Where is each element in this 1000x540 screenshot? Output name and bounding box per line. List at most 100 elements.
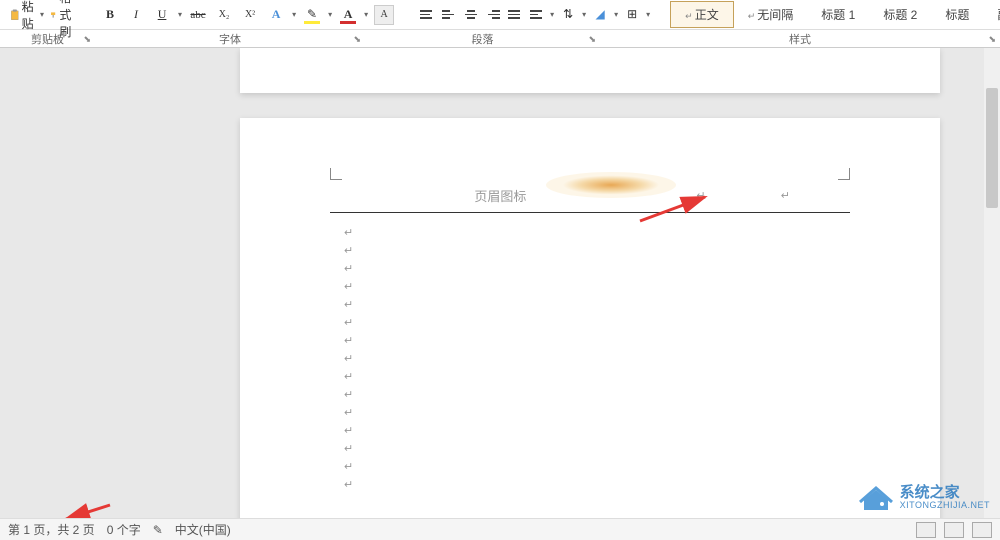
text-effects-button[interactable]: A [266, 5, 286, 25]
align-center-button[interactable] [462, 6, 480, 24]
status-bar: 第 1 页，共 2 页 0 个字 ✎ 中文(中国) [0, 518, 1000, 540]
style-title[interactable]: 标题 [931, 2, 983, 27]
empty-paragraph[interactable]: ↵ [340, 403, 840, 421]
margin-corner-tr-icon [838, 168, 850, 180]
empty-paragraph[interactable]: ↵ [340, 223, 840, 241]
superscript-button[interactable]: X² [240, 5, 260, 25]
font-group: B I U ▾ abc X₂ X² A ▾ ✎ ▾ A ▾ A [92, 5, 402, 25]
paragraph-mark-icon: ↵ [344, 460, 353, 473]
ribbon-group-labels: 剪贴板⬊ 字体⬊ 段落⬊ 样式⬊ [0, 30, 1000, 48]
page-2[interactable]: 页眉图标 ↵ ↵ ↵ ↵ ↵ ↵ ↵ ↵ ↵ ↵ ↵ ↵ ↵ ↵ ↵ ↵ ↵ [240, 118, 940, 518]
document-canvas[interactable]: 页眉图标 ↵ ↵ ↵ ↵ ↵ ↵ ↵ ↵ ↵ ↵ ↵ ↵ ↵ ↵ ↵ ↵ ↵ [0, 48, 1000, 518]
empty-paragraph[interactable]: ↵ [340, 241, 840, 259]
style-normal[interactable]: ↵正文 [670, 1, 734, 28]
paragraph-mark-icon: ↵ [781, 189, 790, 202]
vertical-scrollbar[interactable] [984, 48, 1000, 518]
chevron-down-icon[interactable]: ▾ [646, 10, 650, 19]
scroll-thumb[interactable] [986, 88, 998, 208]
char-shading-button[interactable]: A [374, 5, 394, 25]
watermark-url: XITONGZHIJIA.NET [900, 501, 990, 511]
paragraph-mark-icon: ↵ [344, 478, 353, 491]
watermark: 系统之家 XITONGZHIJIA.NET [858, 484, 990, 512]
paragraph-mark-icon: ↵ [344, 406, 353, 419]
margin-corner-tl-icon [330, 168, 342, 180]
chevron-down-icon[interactable]: ▾ [292, 10, 296, 19]
empty-paragraph[interactable]: ↵ [340, 367, 840, 385]
align-right-button[interactable] [484, 6, 502, 24]
empty-paragraph[interactable]: ↵ [340, 457, 840, 475]
paragraph-label: 段落⬊ [365, 30, 600, 47]
chevron-down-icon[interactable]: ▾ [178, 10, 182, 19]
underline-button[interactable]: U [152, 5, 172, 25]
empty-paragraph[interactable]: ↵ [340, 421, 840, 439]
page-1-bottom[interactable] [240, 48, 940, 93]
font-color-button[interactable]: A [338, 5, 358, 25]
dropdown-arrow-icon: ▾ [40, 10, 44, 19]
style-subtitle[interactable]: 副标题 [983, 2, 1000, 27]
style-heading2[interactable]: 标题 2 [869, 2, 931, 27]
paragraph-mark-icon: ↵ [344, 334, 353, 347]
empty-paragraph[interactable]: ↵ [340, 295, 840, 313]
empty-paragraph[interactable]: ↵ [340, 349, 840, 367]
launcher-icon[interactable]: ⬊ [588, 34, 596, 45]
font-label: 字体⬊ [95, 30, 365, 47]
paragraph-mark-icon: ↵ [344, 280, 353, 293]
paste-button[interactable]: 粘贴 ▾ [10, 0, 44, 32]
read-view-button[interactable] [916, 522, 936, 538]
print-view-button[interactable] [944, 522, 964, 538]
empty-paragraph[interactable]: ↵ [340, 313, 840, 331]
paragraph-mark-icon: ↵ [344, 226, 353, 239]
clipboard-label: 剪贴板⬊ [0, 30, 95, 47]
shading-button[interactable]: ◢ [590, 5, 610, 25]
word-count[interactable]: 0 个字 [107, 521, 141, 538]
chevron-down-icon[interactable]: ▾ [364, 10, 368, 19]
styles-group: ↵正文 ↵无间隔 标题 1 标题 2 标题 副标题 不 [666, 1, 1000, 28]
language-indicator[interactable]: 中文(中国) [175, 521, 231, 538]
italic-button[interactable]: I [126, 5, 146, 25]
styles-label: 样式⬊ [600, 30, 1000, 47]
paragraph-mark-icon: ↵ [344, 388, 353, 401]
paragraph-group: ▾ ⇅ ▾ ◢ ▾ ⊞ ▾ [410, 5, 658, 25]
strikethrough-button[interactable]: abc [188, 5, 208, 25]
align-left-button[interactable] [440, 6, 458, 24]
empty-paragraph[interactable]: ↵ [340, 331, 840, 349]
subscript-button[interactable]: X₂ [214, 5, 234, 25]
paragraph-mark-icon: ↵ [344, 424, 353, 437]
style-no-spacing[interactable]: ↵无间隔 [734, 2, 808, 27]
view-controls [916, 522, 992, 538]
borders-button[interactable]: ⊞ [622, 5, 642, 25]
launcher-icon[interactable]: ⬊ [353, 34, 361, 45]
empty-paragraph[interactable]: ↵ [340, 385, 840, 403]
paragraph-mark-icon: ↵ [344, 316, 353, 329]
header-placeholder-text[interactable]: 页眉图标 [474, 186, 526, 205]
style-heading1[interactable]: 标题 1 [807, 2, 869, 27]
launcher-icon[interactable]: ⬊ [83, 34, 91, 45]
paragraph-mark-icon: ↵ [344, 442, 353, 455]
highlight-button[interactable]: ✎ [302, 5, 322, 25]
chevron-down-icon[interactable]: ▾ [328, 10, 332, 19]
chevron-down-icon[interactable]: ▾ [614, 10, 618, 19]
line-spacing-button[interactable]: ⇅ [558, 5, 578, 25]
bullets-button[interactable] [418, 6, 436, 24]
paragraph-mark-icon: ↵ [344, 298, 353, 311]
page-indicator[interactable]: 第 1 页，共 2 页 [8, 521, 95, 538]
watermark-title: 系统之家 [900, 485, 990, 502]
empty-paragraph[interactable]: ↵ [340, 475, 840, 493]
empty-paragraph[interactable]: ↵ [340, 277, 840, 295]
page-header-area[interactable]: 页眉图标 ↵ ↵ [240, 118, 940, 213]
paste-label: 粘贴 [22, 0, 38, 32]
header-content-row: 页眉图标 ↵ ↵ [330, 182, 850, 213]
bold-button[interactable]: B [100, 5, 120, 25]
justify-button[interactable] [506, 6, 524, 24]
proofing-icon[interactable]: ✎ [153, 523, 163, 537]
annotation-arrow [60, 503, 120, 518]
paragraph-mark-icon: ↵ [344, 262, 353, 275]
document-body[interactable]: ↵ ↵ ↵ ↵ ↵ ↵ ↵ ↵ ↵ ↵ ↵ ↵ ↵ ↵ ↵ [240, 213, 940, 503]
chevron-down-icon[interactable]: ▾ [550, 10, 554, 19]
launcher-icon[interactable]: ⬊ [988, 34, 996, 45]
empty-paragraph[interactable]: ↵ [340, 259, 840, 277]
distribute-button[interactable] [528, 6, 546, 24]
empty-paragraph[interactable]: ↵ [340, 439, 840, 457]
chevron-down-icon[interactable]: ▾ [582, 10, 586, 19]
web-view-button[interactable] [972, 522, 992, 538]
